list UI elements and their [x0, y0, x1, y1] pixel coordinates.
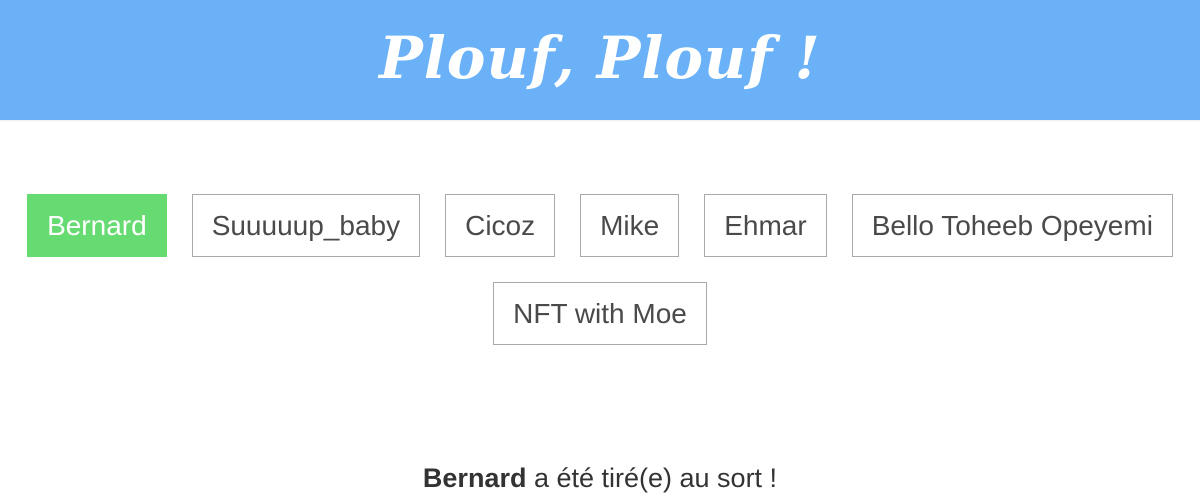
- name-button-bello-toheeb-opeyemi[interactable]: Bello Toheeb Opeyemi: [851, 194, 1173, 257]
- winner-name: Bernard: [422, 463, 527, 493]
- names-list: Bernard Suuuuup_baby Cicoz Mike Ehmar Be…: [0, 194, 1200, 345]
- name-button-bernard[interactable]: Bernard: [27, 194, 167, 257]
- page-title: Plouf, Plouf !: [379, 24, 821, 92]
- name-button-nft-with-moe[interactable]: NFT with Moe: [493, 282, 707, 345]
- name-button-mike[interactable]: Mike: [580, 194, 680, 257]
- result-message: Bernard a été tiré(e) au sort !: [0, 463, 1200, 494]
- name-button-ehmar[interactable]: Ehmar: [704, 194, 827, 257]
- name-button-cicoz[interactable]: Cicoz: [445, 194, 556, 257]
- result-text: a été tiré(e) au sort !: [526, 463, 778, 493]
- header-bar: Plouf, Plouf !: [0, 0, 1200, 120]
- name-button-suuuuup-baby[interactable]: Suuuuup_baby: [191, 194, 421, 257]
